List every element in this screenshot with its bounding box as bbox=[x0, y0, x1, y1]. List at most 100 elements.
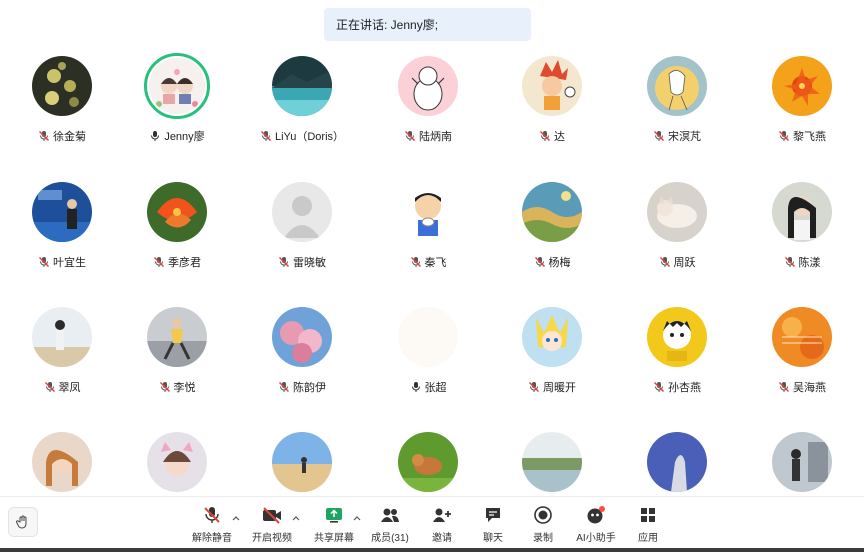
avatar bbox=[32, 182, 92, 242]
avatar bbox=[272, 56, 332, 116]
participant-tile[interactable]: 雷晓敏 bbox=[240, 178, 364, 278]
participant-tile[interactable]: 张超 bbox=[366, 303, 490, 403]
participant-name-line: 秦飞 bbox=[366, 254, 490, 270]
start-video-label: 开启视频 bbox=[252, 533, 292, 544]
participant-tile[interactable]: 季彦君 bbox=[115, 178, 239, 278]
unmute-options-caret[interactable] bbox=[231, 513, 241, 523]
avatar bbox=[272, 182, 332, 242]
participant-name-line: 张超 bbox=[366, 379, 490, 395]
participant-tile[interactable]: 翠凤 bbox=[0, 303, 124, 403]
mic-icon bbox=[411, 382, 420, 392]
participant-tile[interactable]: 陈韵伊 bbox=[240, 303, 364, 403]
participant-name-line: 杨梅 bbox=[490, 254, 614, 270]
chat-button[interactable]: 聊天 bbox=[473, 505, 513, 549]
record-button[interactable]: 录制 bbox=[523, 505, 563, 549]
chat-label: 聊天 bbox=[483, 533, 503, 544]
participant-tile[interactable]: 周暖开 bbox=[490, 303, 614, 403]
ai-assistant-icon bbox=[587, 506, 605, 524]
unmute-button[interactable]: 解除静音 bbox=[192, 505, 232, 549]
invite-user-icon bbox=[433, 508, 451, 522]
avatar bbox=[32, 307, 92, 367]
participant-name-line: 陈漾 bbox=[740, 254, 864, 270]
participant-tile[interactable]: Jenny廖 bbox=[115, 52, 239, 152]
participant-tile[interactable]: 黎飞燕 bbox=[740, 52, 864, 152]
mic-muted-icon bbox=[534, 256, 545, 268]
participant-name: 徐金菊 bbox=[53, 131, 86, 143]
avatar bbox=[272, 432, 332, 492]
start-video-button[interactable]: 开启视频 bbox=[252, 505, 292, 549]
participant-name: 叶宜生 bbox=[53, 257, 86, 269]
participant-name-line: 黎飞燕 bbox=[740, 128, 864, 144]
video-options-caret[interactable] bbox=[291, 513, 301, 523]
ai-assistant-button[interactable]: AI小助手 bbox=[574, 505, 618, 549]
members-button[interactable]: 成员(31) bbox=[370, 505, 410, 549]
meeting-window: 正在讲话: Jenny廖; 徐金菊 Jenny廖 LiYu（Doris） 陆炳南… bbox=[0, 0, 864, 552]
mic-icon bbox=[151, 131, 160, 141]
participant-name: 杨梅 bbox=[548, 257, 571, 269]
participant-name: 吴海燕 bbox=[793, 382, 826, 394]
record-icon bbox=[534, 506, 552, 524]
participant-tile[interactable]: 李悦 bbox=[115, 303, 239, 403]
participant-tile[interactable]: 杨梅 bbox=[490, 178, 614, 278]
share-screen-button[interactable]: 共享屏幕 bbox=[312, 505, 356, 549]
avatar bbox=[647, 432, 707, 492]
mic-muted-icon bbox=[278, 256, 290, 268]
mic-muted-icon bbox=[784, 256, 795, 268]
participant-tile[interactable]: 吴海燕 bbox=[740, 303, 864, 403]
participant-tile[interactable]: 陆炳南 bbox=[366, 52, 490, 152]
participant-tile[interactable]: 徐金菊 bbox=[0, 52, 124, 152]
mic-muted-icon bbox=[38, 256, 50, 268]
participant-name-line: 李悦 bbox=[115, 379, 239, 395]
share-options-caret[interactable] bbox=[352, 513, 362, 523]
members-label: 成员(31) bbox=[371, 533, 409, 544]
participant-tile[interactable]: 孙杏燕 bbox=[615, 303, 739, 403]
participant-name-line: 达 bbox=[490, 128, 614, 144]
participant-name-line: 徐金菊 bbox=[0, 128, 124, 144]
avatar bbox=[772, 307, 832, 367]
participant-name: 李悦 bbox=[173, 382, 196, 394]
raise-hand-button[interactable] bbox=[8, 507, 38, 537]
avatar bbox=[647, 307, 707, 367]
avatar bbox=[647, 56, 707, 116]
avatar bbox=[398, 307, 458, 367]
participant-name: 季彦君 bbox=[168, 257, 201, 269]
chat-icon bbox=[486, 508, 500, 522]
speaking-text: 正在讲话: Jenny廖; bbox=[336, 18, 439, 32]
participant-name-line: 翠凤 bbox=[0, 379, 124, 395]
participant-name-line: 雷晓敏 bbox=[240, 254, 364, 270]
speaking-indicator: 正在讲话: Jenny廖; bbox=[324, 8, 531, 41]
mic-muted-icon bbox=[404, 130, 416, 142]
participant-name-line: 宋溟芃 bbox=[615, 128, 739, 144]
avatar bbox=[32, 56, 92, 116]
participant-tile[interactable]: 叶宜生 bbox=[0, 178, 124, 278]
mic-muted-icon bbox=[410, 256, 421, 268]
participant-name: 陈漾 bbox=[798, 257, 821, 269]
participant-name: 陈韵伊 bbox=[293, 382, 326, 394]
avatar bbox=[522, 182, 582, 242]
participant-tile[interactable]: 秦飞 bbox=[366, 178, 490, 278]
avatar bbox=[398, 56, 458, 116]
avatar bbox=[398, 432, 458, 492]
invite-button[interactable]: 邀请 bbox=[422, 505, 462, 549]
avatar bbox=[522, 56, 582, 116]
participant-name-line: Jenny廖 bbox=[115, 128, 239, 144]
avatar bbox=[398, 182, 458, 242]
apps-button[interactable]: 应用 bbox=[628, 505, 668, 549]
meeting-toolbar: 解除静音 开启视频 共享屏幕 成员(31) 邀请 聊天 录制 AI小助手 应用 bbox=[0, 496, 864, 552]
participant-tile[interactable]: 宋溟芃 bbox=[615, 52, 739, 152]
participant-name: 张超 bbox=[424, 382, 447, 394]
participant-name-line: LiYu（Doris） bbox=[240, 128, 364, 144]
avatar bbox=[772, 432, 832, 492]
participant-tile[interactable]: 达 bbox=[490, 52, 614, 152]
avatar bbox=[272, 307, 332, 367]
participant-name: 宋溟芃 bbox=[668, 131, 701, 143]
participant-name: LiYu（Doris） bbox=[274, 131, 345, 143]
avatar bbox=[647, 182, 707, 242]
participant-tile[interactable]: LiYu（Doris） bbox=[240, 52, 364, 152]
participant-name: 翠凤 bbox=[58, 382, 81, 394]
hand-icon bbox=[16, 515, 27, 529]
participant-tile[interactable]: 周跃 bbox=[615, 178, 739, 278]
participant-tile[interactable]: 陈漾 bbox=[740, 178, 864, 278]
participant-name-line: 周暖开 bbox=[490, 379, 614, 395]
unmute-label: 解除静音 bbox=[192, 533, 232, 544]
